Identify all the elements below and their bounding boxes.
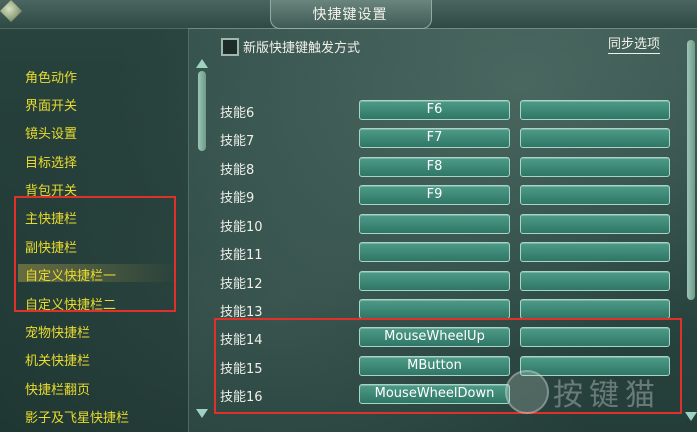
sync-options-link[interactable]: 同步选项: [608, 37, 661, 54]
skill-row: 技能8 F8: [0, 156, 697, 178]
secondary-key-binding[interactable]: [520, 242, 670, 262]
primary-key-binding[interactable]: F6: [359, 100, 510, 120]
primary-key-binding[interactable]: F7: [359, 128, 510, 148]
skill-row: 技能13: [0, 298, 697, 320]
secondary-key-binding[interactable]: [520, 128, 670, 148]
window-title: 快捷键设置: [312, 7, 388, 23]
bindings-scroll-thumb[interactable]: [687, 40, 695, 300]
secondary-key-binding[interactable]: [520, 157, 670, 177]
watermark: 按键猫: [505, 360, 690, 420]
watermark-text: 按键猫: [553, 378, 661, 413]
skill-label: 技能10: [220, 220, 263, 235]
secondary-key-binding[interactable]: [520, 299, 670, 319]
skill-label: 技能9: [220, 191, 255, 206]
skill-row: 技能11: [0, 241, 697, 263]
sidebar-item-character-actions[interactable]: 角色动作: [25, 67, 77, 86]
scroll-up-icon[interactable]: [196, 59, 208, 68]
skill-row: 技能6 F6: [0, 99, 697, 121]
primary-key-binding[interactable]: [359, 242, 510, 262]
skill-label: 技能11: [220, 248, 263, 263]
skill-label: 技能8: [220, 163, 255, 178]
secondary-key-binding[interactable]: [520, 214, 670, 234]
secondary-key-binding[interactable]: [520, 185, 670, 205]
primary-key-binding[interactable]: [359, 271, 510, 291]
skill-label: 技能6: [220, 106, 255, 121]
scroll-down-icon[interactable]: [196, 409, 208, 418]
cat-logo-icon: [505, 370, 549, 414]
skill-row: 技能12: [0, 270, 697, 292]
primary-key-binding[interactable]: [359, 299, 510, 319]
primary-key-binding[interactable]: [359, 214, 510, 234]
skill-row: 技能10: [0, 213, 697, 235]
skill-label: 技能7: [220, 134, 255, 149]
new-trigger-label: 新版快捷键触发方式: [243, 41, 361, 56]
primary-key-binding[interactable]: F9: [359, 185, 510, 205]
skill-row: 技能7 F7: [0, 127, 697, 149]
secondary-key-binding[interactable]: [520, 100, 670, 120]
new-trigger-checkbox[interactable]: [221, 38, 239, 56]
secondary-key-binding[interactable]: [520, 271, 670, 291]
sidebar-item-shadow-star-hotbar[interactable]: 影子及飞星快捷栏: [25, 407, 129, 426]
skill-label: 技能12: [220, 277, 263, 292]
primary-key-binding[interactable]: F8: [359, 157, 510, 177]
skill-row: 技能9 F9: [0, 184, 697, 206]
